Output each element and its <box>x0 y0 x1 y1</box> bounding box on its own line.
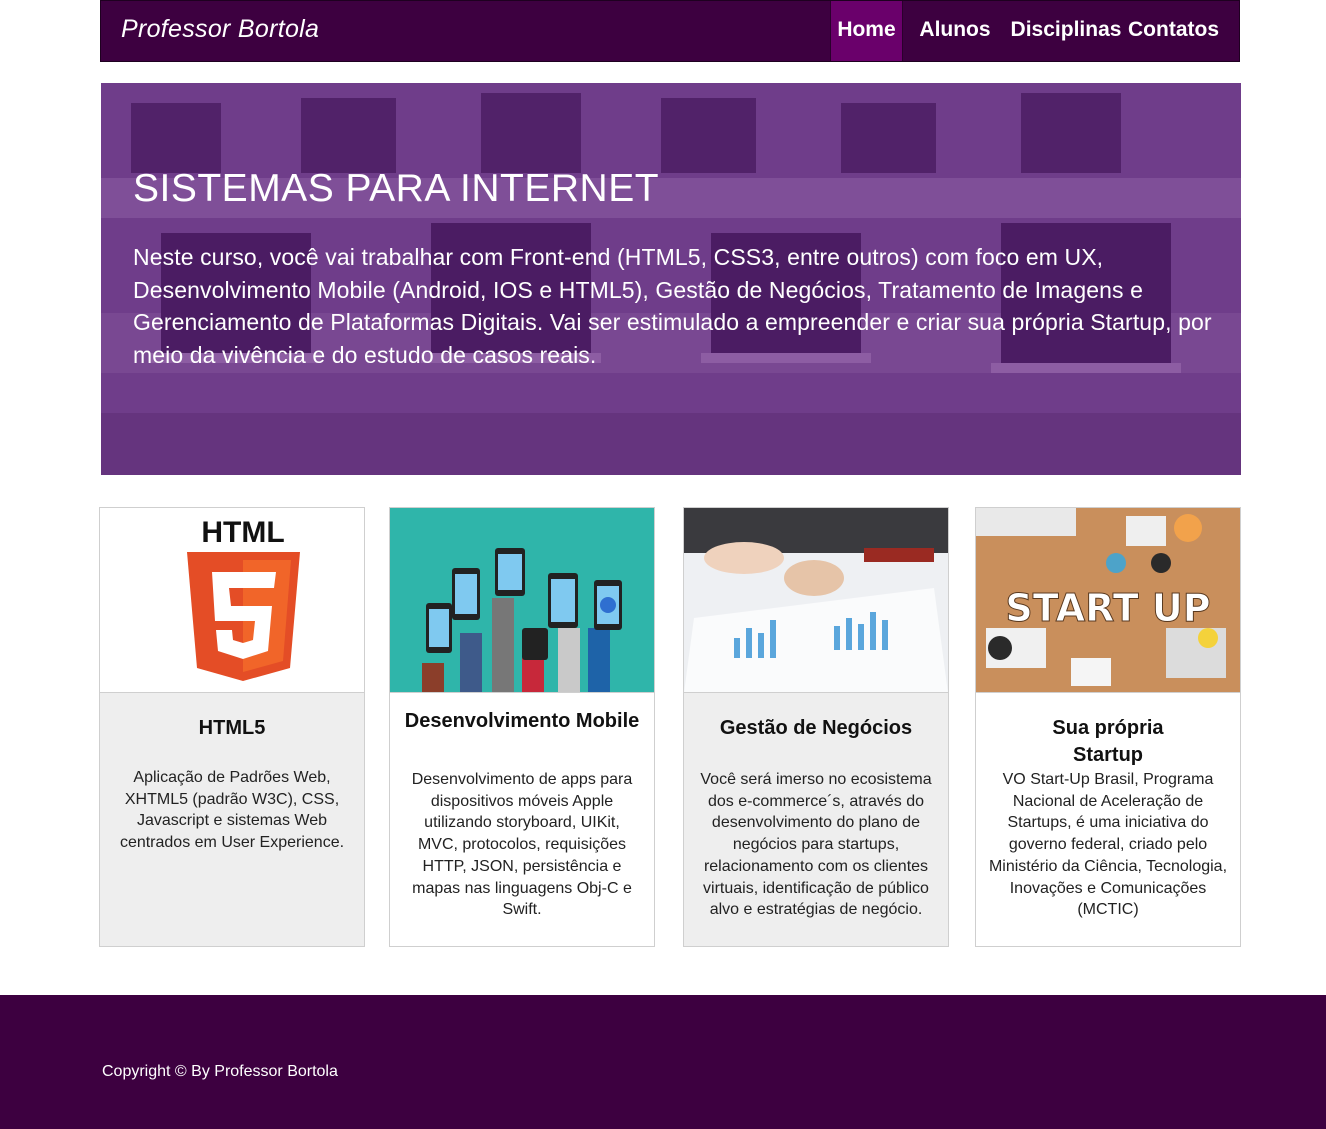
nav-menu: Home Alunos Disciplinas Contatos <box>830 1 1239 61</box>
card-title: Sua própria Startup <box>1052 717 1164 766</box>
navbar: Professor Bortola Home Alunos Disciplina… <box>100 0 1240 62</box>
card-html5-body: HTML5 Aplicação de Padrões Web, XHTML5 (… <box>100 693 364 946</box>
card-description: Desenvolvimento de apps para dispositivo… <box>411 771 633 919</box>
hero-banner: SISTEMAS PARA INTERNET Neste curso, você… <box>101 83 1241 475</box>
mobile-hands-image <box>390 508 654 693</box>
card-description: VO Start-Up Brasil, Programa Nacional de… <box>988 771 1228 919</box>
card-title: HTML5 <box>198 717 266 739</box>
business-chart-image <box>684 508 948 693</box>
card-title: Desenvolvimento Mobile <box>404 710 640 732</box>
nav-alunos-link[interactable]: Alunos <box>903 1 1007 61</box>
html-logo-text: HTML <box>201 516 284 549</box>
startup-image-text: START UP <box>1005 586 1210 630</box>
hero-title: SISTEMAS PARA INTERNET <box>133 167 660 210</box>
card-title: Gestão de Negócios <box>719 717 913 739</box>
card-mobile: Desenvolvimento Mobile Desenvolvimento d… <box>389 507 655 947</box>
card-startup-body: Sua própria Startup VO Start-Up Brasil, … <box>976 693 1240 946</box>
nav-home-link[interactable]: Home <box>830 1 903 61</box>
card-gestao: Gestão de Negócios Você será imerso no e… <box>683 507 949 947</box>
html5-logo-image: HTML <box>100 508 364 693</box>
startup-desk-icon: START UP <box>976 508 1240 692</box>
footer: Copyright © By Professor Bortola <box>0 995 1326 1129</box>
html5-logo-icon: HTML <box>187 516 300 681</box>
card-mobile-body: Desenvolvimento Mobile Desenvolvimento d… <box>390 693 654 946</box>
mobile-phones-icon <box>390 508 654 692</box>
footer-copyright: Copyright © By Professor Bortola <box>102 1063 338 1080</box>
card-description: Você será imerso no ecosistema dos e-com… <box>700 771 932 919</box>
card-description: Aplicação de Padrões Web, XHTML5 (padrão… <box>119 769 345 852</box>
nav-contatos-link[interactable]: Contatos <box>1125 1 1239 61</box>
nav-disciplinas-link[interactable]: Disciplinas <box>1007 1 1125 61</box>
hero-description: Neste curso, você vai trabalhar com Fron… <box>133 244 1212 368</box>
card-html5: HTML HTML5 Aplicação de Padrões Web, XHT… <box>99 507 365 947</box>
business-chart-icon <box>684 508 948 692</box>
card-startup: START UP Sua própria Startup VO Start-Up… <box>975 507 1241 947</box>
startup-desk-image: START UP <box>976 508 1240 693</box>
brand-title[interactable]: Professor Bortola <box>121 15 319 44</box>
card-gestao-body: Gestão de Negócios Você será imerso no e… <box>684 693 948 946</box>
